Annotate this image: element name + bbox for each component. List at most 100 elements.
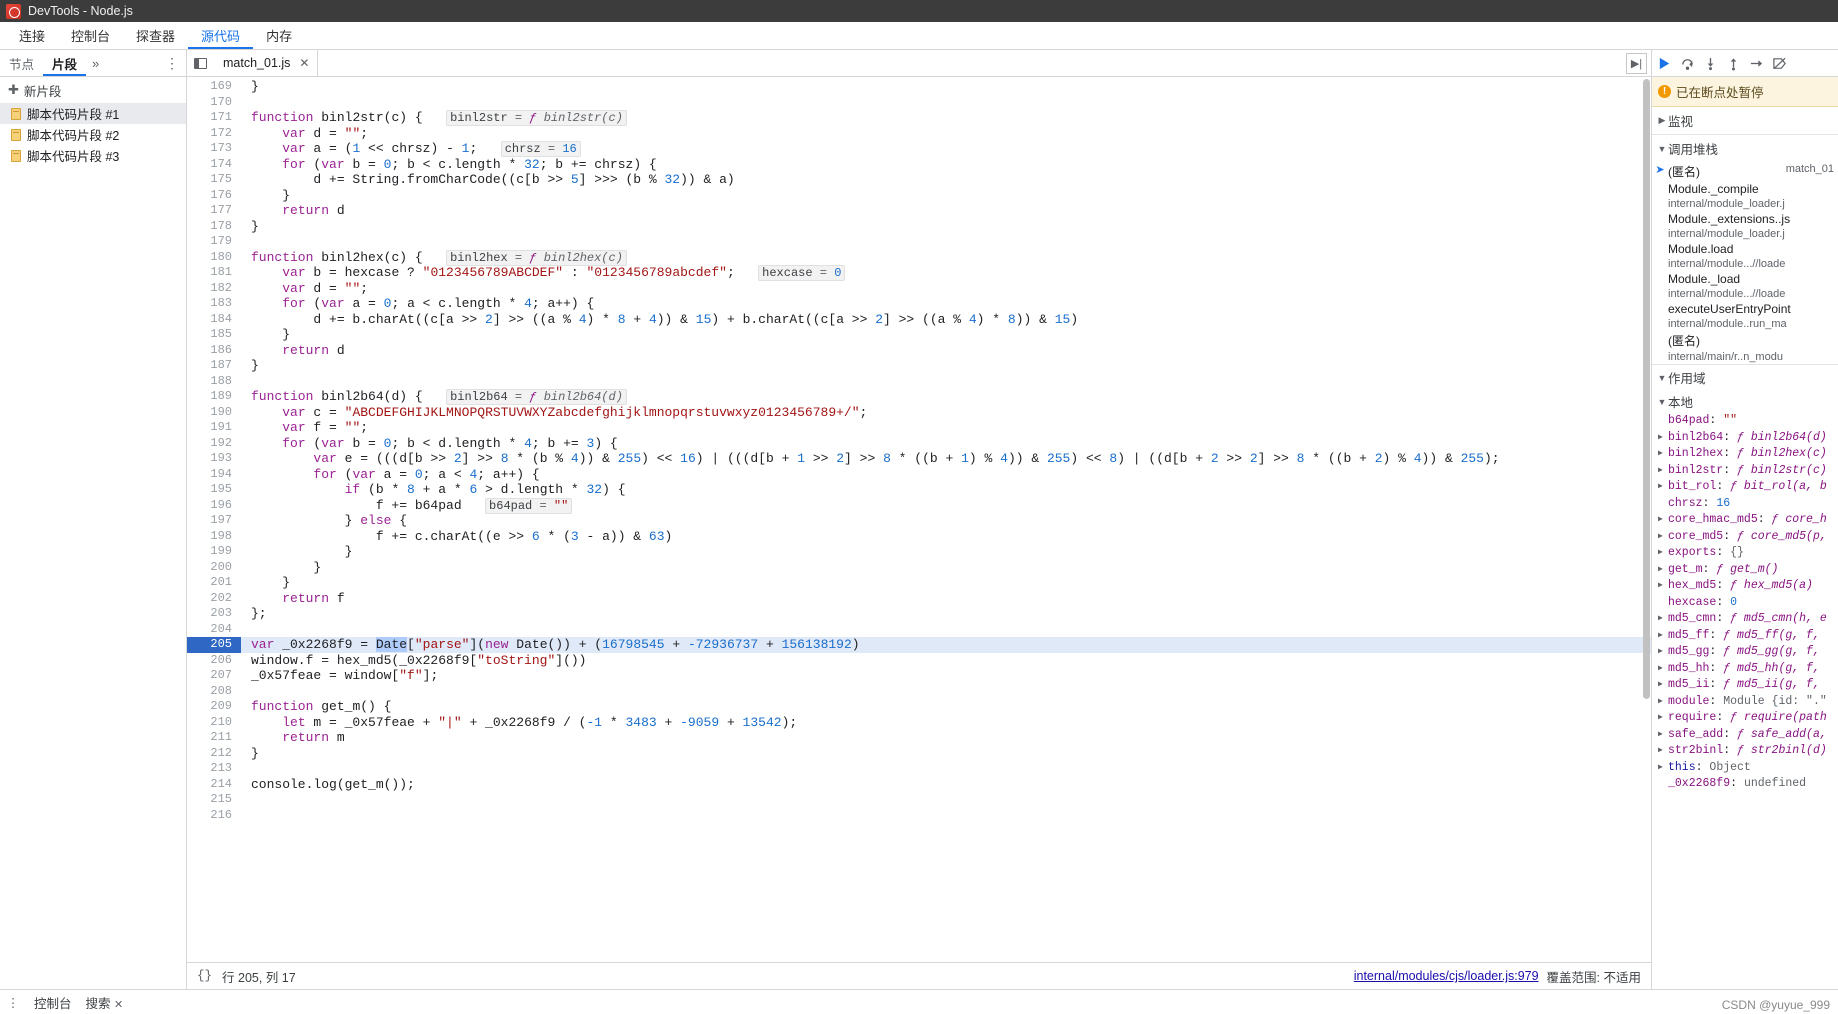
expand-icon[interactable]: ▶	[1658, 743, 1668, 760]
scope-variable-row[interactable]: ▶ md5_ff: ƒ md5_ff(g, f,	[1652, 628, 1838, 645]
scope-variable-row[interactable]: chrsz: 16	[1652, 496, 1838, 513]
scope-variable-row[interactable]: ▶ md5_ii: ƒ md5_ii(g, f,	[1652, 677, 1838, 694]
expand-icon[interactable]: ▶	[1658, 529, 1668, 546]
menu-item-connection[interactable]: 连接	[6, 22, 58, 49]
expand-icon[interactable]: ▶	[1658, 694, 1668, 711]
scope-variable-row[interactable]: ▶ this: Object	[1652, 760, 1838, 777]
editor-scrollbar[interactable]	[1642, 77, 1651, 962]
step-into-button[interactable]	[1700, 53, 1721, 74]
scope-variable-row[interactable]: ▶ core_md5: ƒ core_md5(p,	[1652, 529, 1838, 546]
show-debugger-icon[interactable]: ▶|	[1626, 53, 1647, 74]
scope-variable-row[interactable]: ▶ binl2hex: ƒ binl2hex(c)	[1652, 446, 1838, 463]
navigator-tabs[interactable]: 节点 片段 » ⋮	[0, 50, 186, 77]
more-vertical-icon[interactable]: ⋮	[6, 995, 20, 1010]
menu-item-profiler[interactable]: 探查器	[123, 22, 188, 49]
call-stack-row[interactable]: Module.load internal/module...//loade	[1652, 241, 1838, 271]
code-line: 210 let m = _0x57feae + "|" + _0x2268f9 …	[187, 715, 1651, 731]
menu-item-console[interactable]: 控制台	[58, 22, 123, 49]
line-number: 197	[210, 513, 232, 527]
scope-variable-row[interactable]: ▶ md5_cmn: ƒ md5_cmn(h, e	[1652, 611, 1838, 628]
scope-variable-row[interactable]: ▶ str2binl: ƒ str2binl(d)	[1652, 743, 1838, 760]
expand-icon[interactable]: ▶	[1658, 545, 1668, 562]
step-button[interactable]	[1746, 53, 1767, 74]
expand-icon[interactable]: ▶	[1658, 727, 1668, 744]
list-item[interactable]: 脚本代码片段 #1	[0, 103, 186, 124]
resume-script-button[interactable]	[1654, 53, 1675, 74]
editor-statusbar: {} 行 205, 列 17 internal/modules/cjs/load…	[187, 962, 1651, 989]
call-stack-row[interactable]: ➤ (匿名) match_01	[1652, 162, 1838, 181]
expand-icon[interactable]: ▶	[1658, 628, 1668, 645]
expand-icon[interactable]: ▶	[1658, 611, 1668, 628]
chevron-down-icon[interactable]: ▼	[1656, 373, 1668, 383]
expand-icon[interactable]: ▶	[1658, 430, 1668, 447]
drawer-tab-console[interactable]: 控制台	[34, 993, 72, 1012]
line-number: 169	[210, 79, 232, 93]
tab-node[interactable]: 节点	[0, 50, 43, 76]
call-stack-row[interactable]: Module._extensions..js internal/module_l…	[1652, 211, 1838, 241]
chevron-down-icon[interactable]: ▼	[1656, 144, 1668, 154]
close-icon[interactable]: ✕	[299, 56, 309, 70]
scope-variable-row[interactable]: ▶ hex_md5: ƒ hex_md5(a)	[1652, 578, 1838, 595]
menu-item-memory[interactable]: 内存	[253, 22, 305, 49]
more-vertical-icon[interactable]: ⋮	[164, 50, 180, 76]
scope-variable-row[interactable]: ▶ core_hmac_md5: ƒ core_h	[1652, 512, 1838, 529]
main-menubar[interactable]: 连接 控制台 探查器 源代码 内存	[0, 22, 1838, 50]
expand-icon[interactable]: ▶	[1658, 463, 1668, 480]
current-frame-icon: ➤	[1655, 164, 1665, 176]
call-stack-row[interactable]: (匿名) internal/main/r..n_modu	[1652, 331, 1838, 364]
list-item[interactable]: 脚本代码片段 #2	[0, 124, 186, 145]
expand-icon[interactable]: ▶	[1658, 578, 1668, 595]
line-number: 175	[210, 172, 232, 186]
show-navigator-icon[interactable]	[187, 50, 213, 76]
drawer-tab-search[interactable]: 搜索 ✕	[86, 993, 124, 1012]
step-out-button[interactable]	[1723, 53, 1744, 74]
expand-icon[interactable]: ▶	[1658, 644, 1668, 661]
call-stack-row[interactable]: Module._load internal/module...//loade	[1652, 271, 1838, 301]
chevron-right-icon[interactable]: »	[86, 50, 105, 76]
scope-variable-row[interactable]: ▶ md5_hh: ƒ md5_hh(g, f,	[1652, 661, 1838, 678]
source-link[interactable]: internal/modules/cjs/loader.js:979	[1354, 969, 1539, 983]
deactivate-breakpoints-button[interactable]	[1769, 53, 1790, 74]
scope-variable-row[interactable]: ▶ bit_rol: ƒ bit_rol(a, b	[1652, 479, 1838, 496]
window-title: DevTools - Node.js	[28, 4, 133, 18]
line-number: 210	[210, 714, 232, 729]
code-line: 213	[187, 761, 1651, 777]
scope-variable-row[interactable]: ▶ safe_add: ƒ safe_add(a,	[1652, 727, 1838, 744]
scope-variable-row[interactable]: _0x2268f9: undefined	[1652, 776, 1838, 793]
scope-variable-row[interactable]: ▶ get_m: ƒ get_m()	[1652, 562, 1838, 579]
expand-icon[interactable]: ▶	[1658, 446, 1668, 463]
expand-icon[interactable]: ▶	[1658, 760, 1668, 777]
chevron-down-icon[interactable]: ▼	[1656, 397, 1668, 407]
tab-match-01-js[interactable]: match_01.js ✕	[213, 50, 319, 76]
code-editor[interactable]: 169} 170 171 function binl2str(c) { binl2…	[187, 77, 1651, 962]
frame-file: internal/module...//loade	[1668, 288, 1786, 300]
scope-variable-row[interactable]: ▶ binl2b64: ƒ binl2b64(d)	[1652, 430, 1838, 447]
scope-variable-row[interactable]: ▶ require: ƒ require(path	[1652, 710, 1838, 727]
expand-icon[interactable]: ▶	[1658, 661, 1668, 678]
new-snippet-button[interactable]: ✚ 新片段	[0, 77, 186, 103]
frame-file: internal/module_loader.j	[1668, 228, 1785, 240]
format-braces-icon[interactable]: {}	[197, 969, 212, 983]
watch-section[interactable]: ▶ 监视	[1652, 107, 1838, 135]
list-item[interactable]: 脚本代码片段 #3	[0, 145, 186, 166]
scope-variable-row[interactable]: ▶ exports: {}	[1652, 545, 1838, 562]
menu-item-sources[interactable]: 源代码	[188, 22, 253, 49]
scope-variable-row[interactable]: b64pad: ""	[1652, 413, 1838, 430]
scope-variable-row[interactable]: ▶ module: Module {id: "."	[1652, 694, 1838, 711]
scrollbar-thumb[interactable]	[1643, 79, 1650, 699]
scope-variable-row[interactable]: ▶ md5_gg: ƒ md5_gg(g, f,	[1652, 644, 1838, 661]
paused-text: 已在断点处暂停	[1676, 86, 1764, 100]
call-stack-row[interactable]: executeUserEntryPoint internal/module..r…	[1652, 301, 1838, 331]
step-over-button[interactable]	[1677, 53, 1698, 74]
expand-icon[interactable]: ▶	[1658, 710, 1668, 727]
expand-icon[interactable]: ▶	[1658, 479, 1668, 496]
expand-icon[interactable]: ▶	[1658, 512, 1668, 529]
scope-variable-row[interactable]: ▶ binl2str: ƒ binl2str(c)	[1652, 463, 1838, 480]
expand-icon[interactable]: ▶	[1658, 562, 1668, 579]
code-lines: 169} 170 171 function binl2str(c) { binl2…	[187, 77, 1651, 823]
call-stack-row[interactable]: Module._compile internal/module_loader.j	[1652, 181, 1838, 211]
scope-variable-row[interactable]: hexcase: 0	[1652, 595, 1838, 612]
close-icon[interactable]: ✕	[114, 999, 123, 1011]
tab-snippets[interactable]: 片段	[43, 50, 86, 76]
expand-icon[interactable]: ▶	[1658, 677, 1668, 694]
